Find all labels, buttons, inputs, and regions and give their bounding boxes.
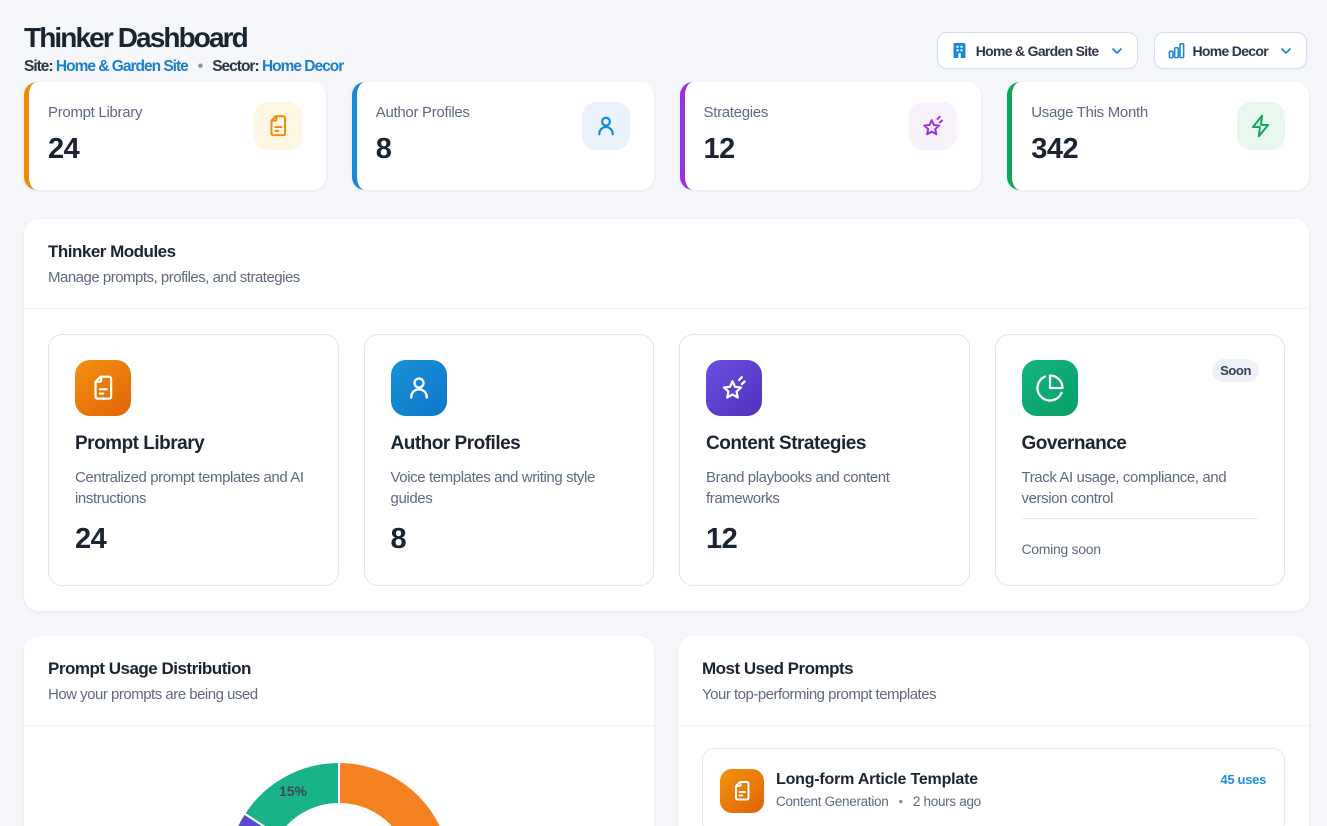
- svg-text:15%: 15%: [279, 783, 308, 799]
